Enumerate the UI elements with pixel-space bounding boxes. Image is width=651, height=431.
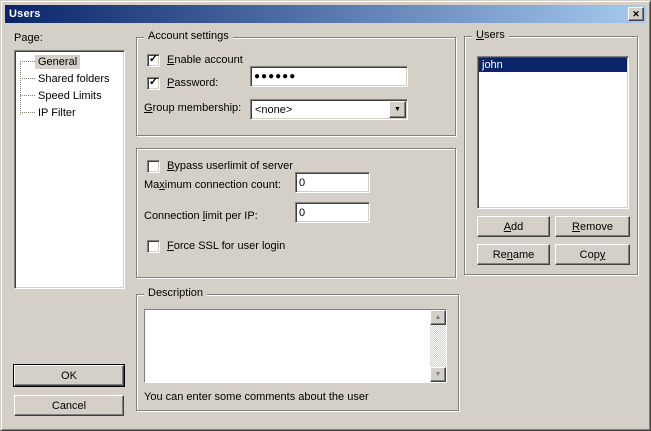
rename-button[interactable]: Rename xyxy=(477,244,550,265)
bypass-userlimit-label: Bypass userlimit of server xyxy=(167,160,293,172)
add-button[interactable]: Add xyxy=(477,216,550,237)
group-membership-label: Group membership: xyxy=(144,102,241,114)
checkbox-box: ✓ xyxy=(147,160,160,173)
close-button[interactable]: ✕ xyxy=(628,7,644,21)
tree-connector xyxy=(20,78,35,79)
max-connection-count-label: Maximum connection count: xyxy=(144,179,281,191)
tree-connector xyxy=(20,112,35,113)
enable-account-checkbox[interactable]: ✓ Enable account xyxy=(147,53,243,67)
force-ssl-checkbox[interactable]: ✓ Force SSL for user login xyxy=(147,239,285,253)
cancel-button[interactable]: Cancel xyxy=(14,395,124,416)
window-title: Users xyxy=(9,8,41,20)
scroll-down-icon: ▼ xyxy=(435,371,442,378)
tree-item-label: Speed Limits xyxy=(35,89,105,103)
tree-item-general[interactable]: General xyxy=(15,53,124,70)
password-input[interactable] xyxy=(250,66,408,87)
description-hint: You can enter some comments about the us… xyxy=(144,391,369,403)
page-tree: General Shared folders Speed Limits IP F… xyxy=(14,50,125,289)
password-label: Password: xyxy=(167,77,218,89)
combo-selected-value: <none> xyxy=(251,104,407,116)
users-listbox[interactable]: john xyxy=(477,56,629,209)
scroll-down-button[interactable]: ▼ xyxy=(430,367,446,382)
group-membership-select[interactable]: <none> ▼ xyxy=(250,99,408,120)
account-settings-title: Account settings xyxy=(144,30,233,42)
user-list-item[interactable]: john xyxy=(479,58,627,72)
users-group-title: Users xyxy=(472,29,509,41)
tree-connector xyxy=(20,61,35,62)
tree-item-label: Shared folders xyxy=(35,72,113,86)
description-title: Description xyxy=(144,287,207,299)
connection-limit-per-ip-label: Connection limit per IP: xyxy=(144,210,258,222)
page-label: Page: xyxy=(14,32,43,44)
ok-button[interactable]: OK xyxy=(14,365,124,386)
check-icon: ✓ xyxy=(149,54,158,65)
description-scrollbar[interactable]: ▲ ▼ xyxy=(430,310,446,382)
description-field-wrap: ▲ ▼ xyxy=(144,309,447,383)
scroll-up-icon: ▲ xyxy=(435,314,442,321)
tree-item-shared-folders[interactable]: Shared folders xyxy=(15,70,124,87)
checkbox-box: ✓ xyxy=(147,240,160,253)
title-bar[interactable]: Users ✕ xyxy=(5,5,646,23)
description-group: Description ▲ ▼ You can enter some comme… xyxy=(136,294,459,411)
remove-button[interactable]: Remove xyxy=(555,216,630,237)
chevron-down-icon: ▼ xyxy=(394,106,401,113)
checkbox-box: ✓ xyxy=(147,54,160,67)
copy-button[interactable]: Copy xyxy=(555,244,630,265)
users-dialog: Users ✕ Page: General Shared folders Spe… xyxy=(0,0,651,431)
account-settings-group: Account settings ✓ Enable account ✓ Pass… xyxy=(136,37,456,136)
enable-account-label: Enable account xyxy=(167,54,243,66)
tree-connector xyxy=(20,95,35,96)
scroll-up-button[interactable]: ▲ xyxy=(430,310,446,325)
description-textarea[interactable] xyxy=(145,310,430,382)
check-icon: ✓ xyxy=(149,77,158,88)
max-connection-count-input[interactable] xyxy=(295,172,370,193)
password-checkbox[interactable]: ✓ Password: xyxy=(147,76,218,90)
connection-limit-per-ip-input[interactable] xyxy=(295,202,370,223)
combo-dropdown-button[interactable]: ▼ xyxy=(389,101,406,118)
tree-item-ip-filter[interactable]: IP Filter xyxy=(15,104,124,121)
tree-item-label: General xyxy=(35,55,80,69)
tree-item-speed-limits[interactable]: Speed Limits xyxy=(15,87,124,104)
force-ssl-label: Force SSL for user login xyxy=(167,240,285,252)
tree-item-label: IP Filter xyxy=(35,106,79,120)
close-icon: ✕ xyxy=(632,10,640,19)
bypass-userlimit-checkbox[interactable]: ✓ Bypass userlimit of server xyxy=(147,159,293,173)
users-group: Users john Add Remove Rename Copy xyxy=(464,36,638,275)
connection-limits-group: ✓ Bypass userlimit of server Maximum con… xyxy=(136,148,456,278)
checkbox-box: ✓ xyxy=(147,77,160,90)
